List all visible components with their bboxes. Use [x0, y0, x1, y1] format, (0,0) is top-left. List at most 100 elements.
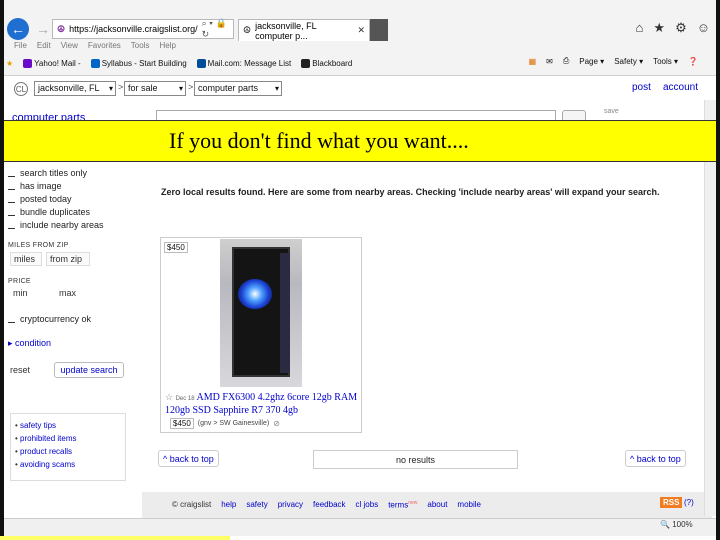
checkbox-has-image[interactable]: has image — [8, 181, 62, 191]
miles-label: MILES FROM ZIP — [8, 242, 69, 249]
print-icon[interactable]: ⎙ — [563, 56, 569, 66]
close-tab-icon[interactable]: ✕ — [357, 25, 365, 36]
menu-view[interactable]: View — [61, 41, 78, 50]
favorites-bar-star-icon[interactable]: ★ — [6, 59, 13, 68]
zero-results-notice: Zero local results found. Here are some … — [161, 187, 660, 197]
footer-safety-link[interactable]: safety — [246, 500, 267, 510]
footer-mobile-link[interactable]: mobile — [457, 500, 481, 510]
vertical-scrollbar[interactable] — [704, 100, 716, 516]
rss-help-link[interactable]: (?) — [684, 498, 694, 507]
favorites-star-icon[interactable]: ★ — [653, 20, 665, 36]
favorite-star-icon[interactable]: ☆ — [165, 392, 173, 402]
product-recalls-link[interactable]: product recalls — [15, 445, 121, 458]
listing-title-link[interactable]: ☆ Dec 18 AMD FX6300 4.2ghz 6core 12gb RA… — [165, 391, 360, 417]
update-search-button[interactable]: update search — [54, 362, 124, 378]
post-link[interactable]: post — [632, 82, 651, 93]
zoom-level[interactable]: 🔍 100% — [660, 520, 693, 529]
back-arrow-icon[interactable]: ← — [7, 18, 29, 40]
tab-title: jacksonville, FL computer p... — [255, 20, 317, 41]
address-bar[interactable]: ☮ https://jacksonville.craigslist.org/ ⌕… — [52, 18, 234, 40]
fav-yahoo[interactable]: Yahoo! Mail - — [23, 58, 81, 68]
checkbox-icon[interactable] — [8, 196, 15, 203]
checkbox-label: posted today — [20, 194, 72, 204]
browser-tab[interactable]: ☮ jacksonville, FL computer p... ✕ — [238, 19, 370, 41]
back-to-top-left[interactable]: ^ back to top — [158, 450, 219, 467]
checkbox-icon[interactable] — [8, 183, 15, 190]
settings-gear-icon[interactable]: ⚙ — [675, 20, 687, 36]
min-price-input[interactable]: min — [10, 286, 50, 300]
hide-listing-icon[interactable]: ⊘ — [273, 419, 280, 428]
checkbox-icon[interactable] — [8, 170, 15, 177]
category-select[interactable]: computer parts — [194, 81, 282, 96]
menu-edit[interactable]: Edit — [37, 41, 51, 50]
checkbox-label: search titles only — [20, 168, 88, 178]
navigation-bar: ← → ☮ https://jacksonville.craigslist.or… — [4, 16, 716, 42]
footer-jobs-link[interactable]: cl jobs — [356, 500, 379, 510]
home-icon[interactable]: ⌂ — [636, 20, 644, 36]
footer-about-link[interactable]: about — [427, 500, 447, 510]
craigslist-logo-icon[interactable]: CL — [14, 82, 28, 96]
footer-feedback-link[interactable]: feedback — [313, 500, 345, 510]
footer-links: © craigslist help safety privacy feedbac… — [172, 500, 481, 510]
safety-tips-link[interactable]: safety tips — [15, 419, 121, 432]
search-icon[interactable]: ⌕ ▾ 🔒 ↻ — [202, 18, 233, 40]
rss-feed-button[interactable]: RSS — [660, 497, 683, 508]
breadcrumb-separator: > — [188, 82, 194, 92]
tab-favicon-icon: ☮ — [243, 25, 252, 35]
prohibited-items-link[interactable]: prohibited items — [15, 432, 121, 445]
smiley-icon[interactable]: ☺ — [697, 20, 710, 36]
footer-terms-label: terms — [388, 500, 409, 510]
menu-favorites[interactable]: Favorites — [88, 41, 121, 50]
menu-bar: File Edit View Favorites Tools Help — [14, 41, 176, 50]
location-select[interactable]: jacksonville, FL — [34, 81, 116, 96]
mail-toolbar-icon[interactable]: ✉ — [546, 57, 553, 66]
pagination-status: no results — [313, 450, 518, 469]
checkbox-label: cryptocurrency ok — [20, 314, 92, 324]
site-favicon-icon: ☮ — [57, 23, 66, 34]
cmd-page[interactable]: Page ▾ — [579, 57, 604, 66]
fav-blackboard[interactable]: Blackboard — [301, 58, 352, 68]
checkbox-include-nearby[interactable]: include nearby areas — [8, 220, 104, 230]
feeds-icon[interactable]: ▦ — [529, 57, 537, 66]
save-search-label[interactable]: save — [604, 108, 619, 115]
listing-location: (gnv > SW Gainesville) — [197, 420, 270, 427]
footer-terms-link[interactable]: termsnew — [388, 500, 417, 510]
menu-help[interactable]: Help — [159, 41, 175, 50]
forward-arrow-icon[interactable]: → — [32, 18, 54, 40]
left-border — [0, 0, 4, 540]
address-text: https://jacksonville.craigslist.org/ — [69, 24, 198, 34]
fav-syllabus[interactable]: Syllabus - Start Building — [90, 58, 187, 68]
menu-file[interactable]: File — [14, 41, 27, 50]
back-to-top-right[interactable]: ^ back to top — [625, 450, 686, 467]
fav-syllabus-label: Syllabus - Start Building — [101, 58, 187, 68]
checkbox-label: include nearby areas — [20, 220, 104, 230]
menu-tools[interactable]: Tools — [131, 41, 150, 50]
cmd-safety[interactable]: Safety ▾ — [614, 57, 643, 66]
max-price-input[interactable]: max — [56, 286, 98, 300]
checkbox-icon[interactable] — [8, 222, 15, 229]
checkbox-icon[interactable] — [8, 316, 15, 323]
checkbox-posted-today[interactable]: posted today — [8, 194, 72, 204]
account-link[interactable]: account — [663, 82, 698, 93]
new-tab-button[interactable] — [370, 19, 388, 41]
avoiding-scams-link[interactable]: avoiding scams — [15, 458, 121, 471]
fav-mail[interactable]: Mail.com: Message List — [196, 58, 292, 68]
checkbox-bundle-duplicates[interactable]: bundle duplicates — [8, 207, 90, 217]
fav-mail-label: Mail.com: Message List — [207, 58, 292, 68]
help-icon[interactable]: ❓ — [688, 57, 698, 66]
listing-meta: $450 (gnv > SW Gainesville) ⊘ — [170, 418, 280, 429]
footer-privacy-link[interactable]: privacy — [278, 500, 303, 510]
yahoo-icon — [23, 58, 33, 68]
footer-help-link[interactable]: help — [221, 500, 236, 510]
checkbox-crypto[interactable]: cryptocurrency ok — [8, 314, 91, 324]
zip-input[interactable]: from zip — [46, 252, 90, 266]
cmd-tools[interactable]: Tools ▾ — [653, 57, 678, 66]
checkbox-search-titles[interactable]: search titles only — [8, 168, 87, 178]
miles-input[interactable]: miles — [10, 252, 42, 266]
checkbox-icon[interactable] — [8, 209, 15, 216]
listing-photo[interactable] — [220, 239, 302, 387]
bottom-highlight — [0, 536, 230, 540]
reset-button[interactable]: reset — [10, 365, 30, 375]
section-select[interactable]: for sale — [124, 81, 186, 96]
condition-toggle[interactable]: ▸ condition — [8, 338, 51, 349]
